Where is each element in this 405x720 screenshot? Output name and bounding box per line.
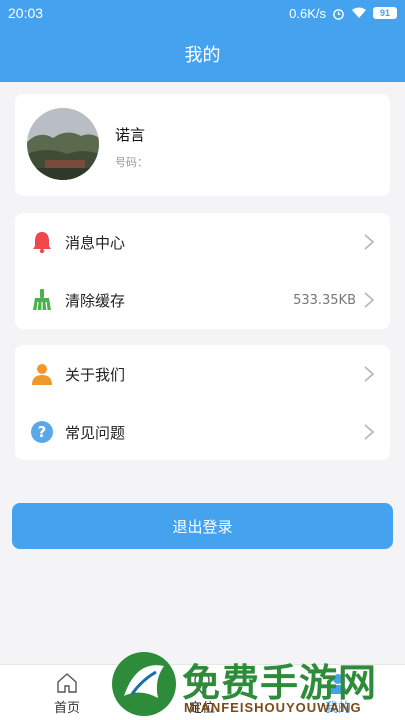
- menu-item-label: 清除缓存: [65, 291, 126, 310]
- watermark-title: 免费手游网: [182, 660, 378, 705]
- menu-item-messages[interactable]: 消息中心: [15, 213, 390, 271]
- wifi-icon: [352, 7, 366, 18]
- app-bar: 我的: [0, 26, 405, 82]
- avatar-landscape-image: [27, 108, 99, 180]
- avatar[interactable]: [27, 108, 99, 180]
- status-time: 20:03: [8, 5, 44, 21]
- menu-item-clear-cache[interactable]: 清除缓存 533.35KB: [15, 271, 390, 329]
- menu-item-label: 常见问题: [65, 423, 126, 442]
- logout-button[interactable]: 退出登录: [12, 503, 393, 549]
- bell-icon: [33, 232, 51, 254]
- home-icon: [57, 673, 77, 693]
- menu-group-1: 消息中心 清除缓存 533.35KB: [15, 213, 390, 329]
- menu-item-about-us[interactable]: 关于我们: [15, 345, 390, 403]
- status-bar: 20:03 0.6K/s 91: [0, 0, 405, 26]
- battery-icon: 91: [373, 7, 397, 19]
- question-icon: ?: [31, 421, 53, 443]
- page-title: 我的: [184, 45, 221, 66]
- menu-item-faq[interactable]: ? 常见问题: [15, 403, 390, 461]
- tab-label: 首页: [53, 701, 80, 716]
- menu-group-2: 关于我们 ? 常见问题: [15, 345, 390, 460]
- alarm-icon: [333, 8, 344, 20]
- network-speed: 0.6K/s: [289, 5, 326, 21]
- chevron-right-icon: [364, 234, 375, 250]
- user-name: 诺言: [115, 126, 146, 144]
- menu-item-label: 关于我们: [65, 365, 126, 384]
- profile-card[interactable]: 诺言 号码：: [15, 94, 390, 196]
- person-icon: [32, 364, 52, 385]
- menu-item-label: 消息中心: [65, 233, 126, 252]
- tab-home[interactable]: 首页: [27, 671, 107, 719]
- chevron-right-icon: [364, 366, 375, 382]
- user-phone-label: 号码：: [115, 156, 148, 169]
- broom-icon: [33, 289, 51, 311]
- watermark-leaf-icon: [112, 652, 176, 716]
- watermark-logo: 免费手游网 MIANFEISHOUYOUWANG: [110, 648, 400, 720]
- chevron-right-icon: [364, 292, 375, 308]
- svg-text:?: ?: [38, 423, 47, 441]
- watermark-subtitle: MIANFEISHOUYOUWANG: [184, 700, 362, 715]
- cache-size-value: 533.35KB: [293, 292, 356, 308]
- chevron-right-icon: [364, 424, 375, 440]
- status-right: 0.6K/s 91: [289, 6, 397, 21]
